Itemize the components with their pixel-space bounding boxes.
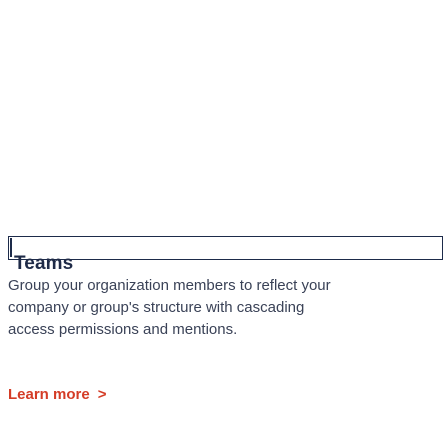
learn-more-link[interactable]: Learn more > — [8, 385, 106, 405]
learn-more-label: Learn more — [8, 386, 90, 403]
section-title: Teams — [14, 252, 74, 274]
chevron-right-icon: > — [97, 386, 107, 403]
teams-feature-panel: Teams Group your organization members to… — [0, 0, 448, 448]
text-cursor — [10, 238, 12, 257]
section-description: Group your organization members to refle… — [8, 277, 331, 338]
